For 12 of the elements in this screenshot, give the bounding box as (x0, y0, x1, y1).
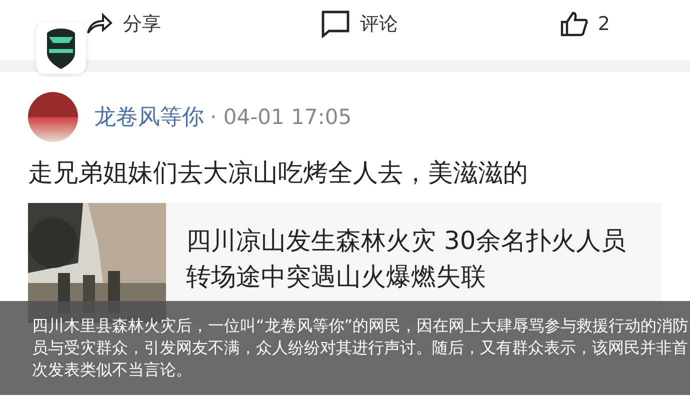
avatar (28, 92, 78, 142)
comment-button[interactable]: 评论 (320, 10, 398, 38)
share-icon (85, 12, 113, 36)
thumbs-up-icon (560, 11, 588, 37)
post-time: · 04-01 17:05 (210, 105, 352, 129)
like-button[interactable]: 2 (560, 11, 610, 37)
comment-icon (320, 10, 350, 38)
app-logo-icon (36, 22, 86, 74)
author-name[interactable]: 龙卷风等你 (94, 102, 204, 132)
share-button[interactable]: 分享 (85, 11, 320, 37)
post-text: 走兄弟姐妹们去大凉山吃烤全人去，美滋滋的 (28, 157, 529, 189)
news-caption: 四川木里县森林火灾后，一位叫“龙卷风等你”的网民，因在网上大肆辱骂参与救援行动的消防员与受灾群众，引发网友不满，众人纷纷对其进行声讨。随后，又有群众表示，该网民并非首次发表类似不当言论。 (0, 301, 690, 395)
